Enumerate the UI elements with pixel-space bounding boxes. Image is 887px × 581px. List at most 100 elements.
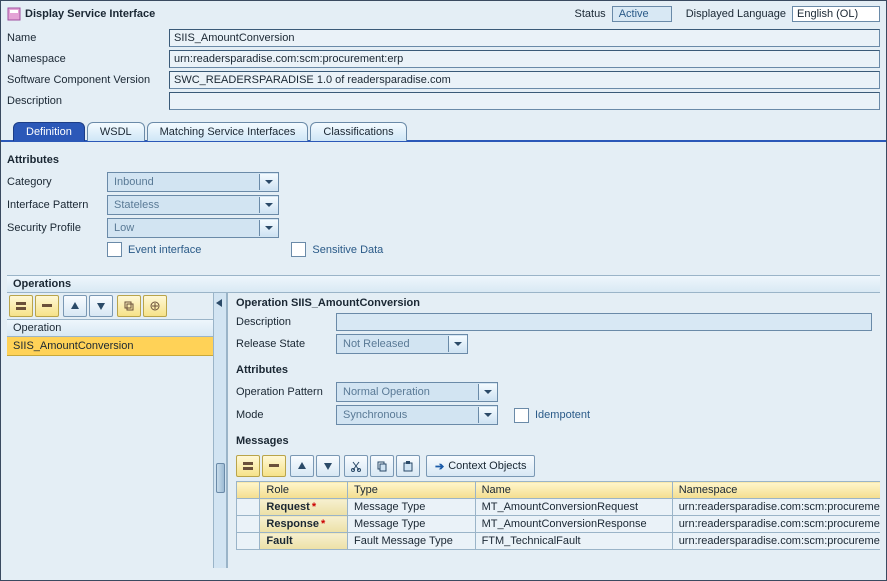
attributes-title: Attributes [7,154,880,166]
release-state-label: Release State [236,338,336,350]
event-interface-label: Event interface [128,244,201,256]
dropdown-icon [259,220,278,236]
release-state-value: Not Released [337,338,448,350]
idempotent-checkbox[interactable] [514,408,529,423]
context-objects-label: Context Objects [448,460,526,472]
type-cell: Fault Message Type [347,533,475,550]
row-selector[interactable] [237,533,260,550]
delete-row-button[interactable] [35,295,59,317]
name-cell: MT_AmountConversionRequest [475,499,672,516]
tab-classifications[interactable]: Classifications [310,122,406,141]
operations-title: Operations [7,275,880,293]
tab-wsdl[interactable]: WSDL [87,122,145,141]
sensitive-data-checkbox[interactable] [291,242,306,257]
operations-toolbar [7,293,213,320]
msg-paste-button[interactable] [396,455,420,477]
where-used-button[interactable] [143,295,167,317]
op-pattern-value: Normal Operation [337,386,478,398]
category-value: Inbound [108,176,259,188]
release-state-select[interactable]: Not Released [336,334,468,354]
msg-down-button[interactable] [316,455,340,477]
security-profile-label: Security Profile [7,222,107,234]
name-input[interactable] [169,29,880,47]
sensitive-data-label: Sensitive Data [312,244,383,256]
splitter[interactable] [214,293,227,568]
interface-pattern-select[interactable]: Stateless [107,195,279,215]
context-objects-button[interactable]: ➔ Context Objects [426,455,535,477]
description-label: Description [7,95,169,107]
security-profile-select[interactable]: Low [107,218,279,238]
corner-header [237,482,260,499]
operations-list: Operation SIIS_AmountConversion [7,293,214,568]
name-cell: MT_AmountConversionResponse [475,516,672,533]
main-panel: Attributes Category Inbound Interface Pa… [1,142,886,574]
tab-strip: Definition WSDL Matching Service Interfa… [1,121,886,142]
table-row[interactable]: Request*Message TypeMT_AmountConversionR… [237,499,881,516]
move-down-button[interactable] [89,295,113,317]
type-header[interactable]: Type [347,482,475,499]
msg-up-button[interactable] [290,455,314,477]
op-pattern-label: Operation Pattern [236,386,336,398]
dropdown-icon [259,174,278,190]
dropdown-icon [478,384,497,400]
table-header-row: Role Type Name Namespace [237,482,881,499]
operation-column-header: Operation [7,320,213,337]
category-select[interactable]: Inbound [107,172,279,192]
idempotent-label: Idempotent [535,409,590,421]
messages-title: Messages [236,435,872,447]
row-selector[interactable] [237,516,260,533]
table-row[interactable]: FaultFault Message TypeFTM_TechnicalFaul… [237,533,881,550]
msg-copy-button[interactable] [370,455,394,477]
role-header[interactable]: Role [260,482,348,499]
arrow-right-icon: ➔ [435,460,444,473]
op-pattern-select[interactable]: Normal Operation [336,382,498,402]
msg-delete-button[interactable] [262,455,286,477]
name-label: Name [7,32,169,44]
top-fields: Name Namespace Software Component Versio… [1,25,886,115]
role-cell: Fault [260,533,348,550]
interface-icon [7,7,21,21]
security-profile-value: Low [108,222,259,234]
messages-table: Role Type Name Namespace Request*Message… [236,481,880,550]
type-cell: Message Type [347,516,475,533]
page-title: Display Service Interface [25,8,155,20]
dropdown-icon [259,197,278,213]
interface-pattern-value: Stateless [108,199,259,211]
swcv-input[interactable] [169,71,880,89]
msg-cut-button[interactable] [344,455,368,477]
table-row[interactable]: Response*Message TypeMT_AmountConversion… [237,516,881,533]
status-value: Active [612,6,672,22]
namespace-cell: urn:readersparadise.com:scm:procurement [672,516,880,533]
msg-insert-button[interactable] [236,455,260,477]
tab-definition[interactable]: Definition [13,122,85,141]
namespace-cell: urn:readersparadise.com:scm:procurement [672,533,880,550]
name-header[interactable]: Name [475,482,672,499]
type-cell: Message Type [347,499,475,516]
mode-select[interactable]: Synchronous [336,405,498,425]
swcv-label: Software Component Version [7,74,169,86]
interface-pattern-label: Interface Pattern [7,199,107,211]
operation-item[interactable]: SIIS_AmountConversion [7,337,213,356]
role-cell: Response* [260,516,348,533]
language-label: Displayed Language [686,8,786,20]
op-description-input[interactable] [336,313,872,331]
insert-row-button[interactable] [9,295,33,317]
mode-value: Synchronous [337,409,478,421]
mode-label: Mode [236,409,336,421]
row-selector[interactable] [237,499,260,516]
tab-matching[interactable]: Matching Service Interfaces [147,122,309,141]
event-interface-checkbox[interactable] [107,242,122,257]
namespace-header[interactable]: Namespace [672,482,880,499]
operation-detail-name: SIIS_AmountConversion [291,297,420,309]
move-up-button[interactable] [63,295,87,317]
copy-button[interactable] [117,295,141,317]
language-select[interactable]: English (OL) [792,6,880,22]
description-input[interactable] [169,92,880,110]
dropdown-icon [448,336,467,352]
messages-toolbar: ➔ Context Objects [236,453,872,479]
category-label: Category [7,176,107,188]
namespace-input[interactable] [169,50,880,68]
namespace-label: Namespace [7,53,169,65]
role-cell: Request* [260,499,348,516]
op-attributes-title: Attributes [236,364,872,376]
